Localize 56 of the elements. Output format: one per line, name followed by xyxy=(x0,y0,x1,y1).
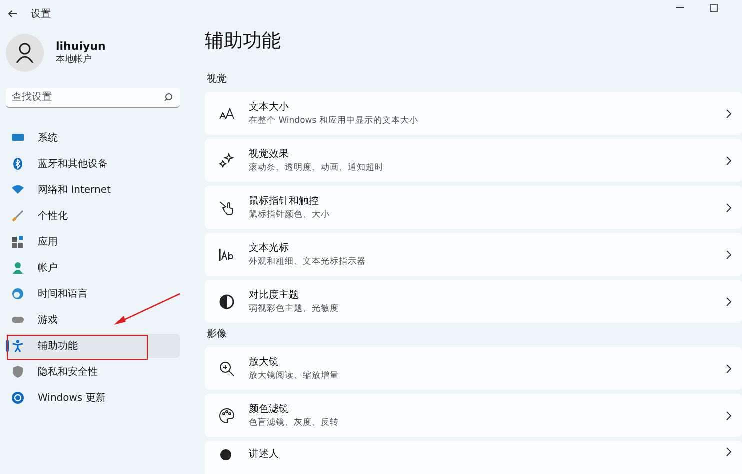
sidebar-item[interactable]: 网络和 Internet xyxy=(6,178,180,202)
settings-card[interactable]: 文本大小 在整个 Windows 和应用中显示的文本大小 xyxy=(205,92,742,135)
sidebar-item[interactable]: 蓝牙和其他设备 xyxy=(6,152,180,176)
bluetooth-icon xyxy=(12,158,24,170)
pointer-hand-icon xyxy=(219,200,235,216)
settings-card[interactable]: 视觉效果 滚动条、透明度、动画、通知超时 xyxy=(205,139,742,182)
chevron-right-icon xyxy=(726,410,732,420)
annotation-arrow xyxy=(112,292,182,328)
sidebar-item[interactable]: 游戏 xyxy=(6,308,180,332)
font-size-icon xyxy=(219,106,235,122)
settings-card[interactable]: 鼠标指针和触控 鼠标指针颜色、大小 xyxy=(205,186,742,229)
sidebar-item[interactable]: 系统 xyxy=(6,126,180,150)
user-name: lihuiyun xyxy=(56,40,106,53)
page-title: 辅助功能 xyxy=(205,29,282,54)
settings-card[interactable]: 对比度主题 弱视彩色主题、光敏度 xyxy=(205,280,742,323)
chevron-right-icon xyxy=(726,202,732,212)
chevron-right-icon xyxy=(726,447,732,457)
brush-icon xyxy=(12,210,24,222)
person-silhouette-icon xyxy=(16,43,34,63)
back-arrow-icon[interactable] xyxy=(8,10,17,18)
sidebar-item[interactable]: 辅助功能 xyxy=(6,334,180,358)
monitor-icon xyxy=(12,132,24,144)
search-icon xyxy=(164,93,173,102)
chevron-right-icon xyxy=(726,108,732,118)
settings-card[interactable]: 讲述人 xyxy=(205,441,742,474)
apps-icon xyxy=(12,236,24,248)
sidebar-item[interactable]: Windows 更新 xyxy=(6,386,180,410)
contrast-icon xyxy=(219,294,235,310)
search-field[interactable]: 查找设置 xyxy=(6,88,180,108)
chevron-right-icon xyxy=(726,364,732,374)
palette-icon xyxy=(219,408,235,424)
chevron-right-icon xyxy=(726,250,732,260)
person-icon xyxy=(12,262,24,274)
window-title: 设置 xyxy=(31,8,51,21)
section-heading: 视觉 xyxy=(207,72,228,86)
chevron-right-icon xyxy=(726,156,732,166)
selection-indicator xyxy=(6,340,9,352)
settings-card[interactable]: 放大镜 放大镜阅读、缩放增量 xyxy=(205,347,742,390)
account-type: 本地帐户 xyxy=(56,54,93,66)
accessibility-icon xyxy=(12,340,24,352)
settings-card[interactable]: 颜色滤镜 色盲滤镜、灰度、反转 xyxy=(205,394,742,437)
maximize-icon[interactable] xyxy=(710,4,718,12)
sidebar-item[interactable]: 个性化 xyxy=(6,204,180,228)
sidebar-item[interactable]: 时间和语言 xyxy=(6,282,180,306)
chevron-right-icon xyxy=(726,296,732,306)
sparkle-icon xyxy=(219,152,235,168)
shield-icon xyxy=(12,366,24,378)
sidebar-item[interactable]: 隐私和安全性 xyxy=(6,360,180,384)
sidebar-item[interactable]: 应用 xyxy=(6,230,180,254)
text-cursor-icon xyxy=(219,246,235,262)
minimize-icon[interactable] xyxy=(676,7,684,9)
section-heading: 影像 xyxy=(207,328,228,341)
settings-card[interactable]: 文本光标 外观和粗细、文本光标指示器 xyxy=(205,233,742,276)
sidebar-item[interactable]: 帐户 xyxy=(6,256,180,280)
zoom-in-icon xyxy=(219,360,235,376)
wifi-icon xyxy=(12,184,24,196)
